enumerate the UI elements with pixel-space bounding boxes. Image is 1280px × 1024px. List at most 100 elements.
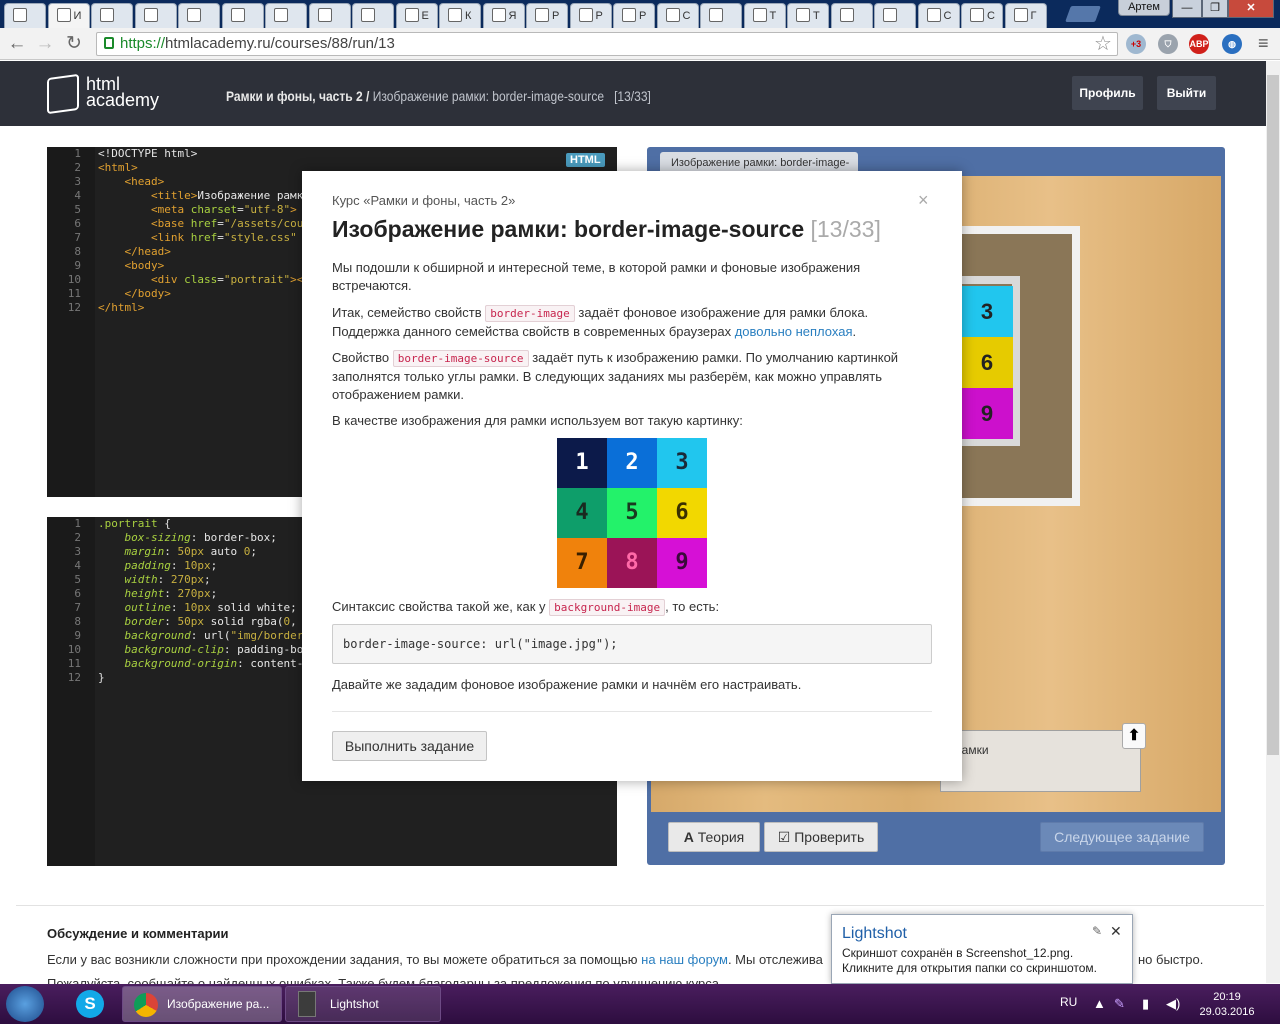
tab-favicon-icon bbox=[187, 8, 201, 22]
grid-cell: 9 bbox=[657, 538, 707, 588]
check-button[interactable]: ☑ Проверить bbox=[764, 822, 878, 852]
tab-favicon-icon bbox=[143, 8, 158, 22]
browser-tab[interactable]: Р bbox=[569, 3, 612, 28]
browser-tab[interactable]: Р bbox=[613, 3, 655, 28]
modal-paragraph-6: Давайте же зададим фоновое изображение р… bbox=[332, 677, 802, 692]
clock[interactable]: 20:19 29.03.2016 bbox=[1198, 990, 1256, 1020]
line-number: 1 bbox=[74, 147, 81, 160]
start-task-button[interactable]: Выполнить задание bbox=[332, 731, 487, 761]
browser-tab[interactable]: С bbox=[917, 3, 960, 28]
tab-favicon-icon bbox=[752, 8, 767, 22]
html-code[interactable]: <!DOCTYPE html> <html> <head> <title>Изоб… bbox=[98, 147, 303, 315]
network-icon[interactable]: ▮ bbox=[1142, 996, 1149, 1012]
browser-tab[interactable]: С bbox=[961, 3, 1003, 28]
clock-date: 29.03.2016 bbox=[1199, 1006, 1255, 1018]
pin-icon[interactable]: ✎ bbox=[1092, 924, 1102, 938]
browser-menu-icon[interactable]: ≡ bbox=[1258, 33, 1269, 54]
browser-tab[interactable] bbox=[134, 3, 177, 28]
url-text[interactable]: https://htmlacademy.ru/courses/88/run/13 bbox=[120, 35, 395, 52]
reload-icon[interactable]: ↻ bbox=[63, 33, 85, 55]
theory-icon: A bbox=[683, 829, 694, 845]
tab-title: Т bbox=[769, 10, 777, 22]
scrollbar-thumb[interactable] bbox=[1267, 75, 1279, 755]
expand-task-button[interactable]: ⬆ bbox=[1122, 723, 1146, 749]
check-label: Проверить bbox=[794, 829, 865, 845]
divider bbox=[16, 905, 1264, 906]
forward-icon[interactable]: → bbox=[34, 33, 56, 55]
start-button[interactable] bbox=[6, 986, 44, 1022]
minimize-button[interactable]: — bbox=[1172, 0, 1202, 18]
browser-tab[interactable] bbox=[91, 3, 133, 28]
browser-tab[interactable] bbox=[830, 3, 873, 28]
browser-tab[interactable] bbox=[874, 3, 916, 28]
profile-badge[interactable]: Артем bbox=[1118, 0, 1170, 16]
css-code[interactable]: .portrait { box-sizing: border-box; marg… bbox=[98, 517, 303, 685]
tab-favicon-icon bbox=[317, 8, 332, 22]
breadcrumb-course[interactable]: Рамки и фоны, часть 2 / bbox=[226, 88, 369, 104]
browser-tab[interactable] bbox=[308, 3, 351, 28]
lightshot-tray-icon[interactable]: ✎ bbox=[1114, 996, 1125, 1012]
volume-icon[interactable]: ◀) bbox=[1166, 996, 1180, 1012]
line-number: 9 bbox=[74, 259, 81, 272]
line-number: 2 bbox=[74, 531, 81, 544]
browser-tab[interactable]: Р bbox=[526, 3, 568, 28]
adblock-icon[interactable]: ABP bbox=[1189, 34, 1209, 54]
p5-text-b: , то есть: bbox=[665, 599, 720, 614]
lightshot-message[interactable]: Скриншот сохранён в Screenshot_12.png. К… bbox=[842, 946, 1127, 976]
browser-tab[interactable] bbox=[178, 3, 220, 28]
bookmark-star-icon[interactable]: ☆ bbox=[1094, 31, 1112, 56]
line-number: 6 bbox=[74, 587, 81, 600]
browser-tab[interactable]: К bbox=[439, 3, 481, 28]
extension-shield-icon[interactable]: ⛉ bbox=[1158, 34, 1178, 54]
skype-icon[interactable]: S bbox=[76, 990, 104, 1018]
close-window-button[interactable]: ✕ bbox=[1228, 0, 1274, 18]
taskbar-chrome-label: Изображение ра... bbox=[167, 997, 270, 1011]
tab-favicon-icon bbox=[100, 8, 114, 22]
forum-link[interactable]: на наш форум bbox=[641, 952, 728, 967]
modal-paragraph-4: В качестве изображения для рамки использ… bbox=[332, 413, 743, 428]
browser-tab[interactable]: Я bbox=[482, 3, 525, 28]
tab-title: С bbox=[987, 10, 995, 22]
browser-tab[interactable]: Т bbox=[787, 3, 829, 28]
line-number: 7 bbox=[74, 231, 81, 244]
language-indicator[interactable]: RU bbox=[1060, 995, 1077, 1009]
back-icon[interactable]: ← bbox=[6, 33, 28, 55]
p5-code: background-image bbox=[549, 599, 666, 616]
line-number: 11 bbox=[67, 287, 81, 300]
next-task-button[interactable]: Следующее задание bbox=[1040, 822, 1204, 852]
logo-text[interactable]: html academy bbox=[86, 75, 159, 109]
grid-cell: 7 bbox=[557, 538, 607, 588]
browser-tab[interactable]: Е bbox=[395, 3, 438, 28]
lightshot-close-icon[interactable]: ✕ bbox=[1110, 923, 1122, 940]
browser-tab[interactable]: И bbox=[47, 3, 90, 28]
code-sample: border-image-source: url("image.jpg"); bbox=[332, 624, 932, 664]
browser-tab[interactable] bbox=[352, 3, 394, 28]
browser-tab[interactable]: Г bbox=[1004, 3, 1047, 28]
line-number: 8 bbox=[74, 615, 81, 628]
new-tab-button[interactable] bbox=[1065, 6, 1101, 22]
p2-text-a: Итак, семейство свойств bbox=[332, 305, 482, 320]
browser-tab[interactable] bbox=[265, 3, 307, 28]
logo-icon[interactable] bbox=[47, 73, 79, 115]
browser-tab[interactable]: Т bbox=[743, 3, 786, 28]
maximize-button[interactable]: ❐ bbox=[1202, 0, 1228, 18]
modal-close-icon[interactable]: × bbox=[918, 190, 929, 211]
clock-time: 20:19 bbox=[1213, 991, 1241, 1003]
extension-weather-icon[interactable]: +3 bbox=[1126, 34, 1146, 54]
grid-cell: 2 bbox=[607, 438, 657, 488]
line-number: 7 bbox=[74, 601, 81, 614]
logout-button[interactable]: Выйти bbox=[1157, 76, 1216, 110]
browser-tab[interactable] bbox=[4, 3, 46, 28]
line-number: 3 bbox=[74, 175, 81, 188]
extension-globe-icon[interactable]: ◍ bbox=[1222, 34, 1242, 54]
modal-course-label: Курс «Рамки и фоны, часть 2» bbox=[332, 193, 516, 208]
tray-expand-icon[interactable]: ▲ bbox=[1093, 996, 1106, 1011]
browser-tab[interactable]: С bbox=[656, 3, 699, 28]
support-link[interactable]: довольно неплохая bbox=[735, 324, 853, 339]
browser-tab[interactable] bbox=[700, 3, 742, 28]
modal-paragraph-5: Синтаксис свойства такой же, как у backg… bbox=[332, 598, 932, 617]
theory-button[interactable]: A Теория bbox=[668, 822, 760, 852]
p5-text-a: Синтаксис свойства такой же, как у bbox=[332, 599, 546, 614]
profile-button[interactable]: Профиль bbox=[1072, 76, 1143, 110]
browser-tab[interactable] bbox=[221, 3, 264, 28]
